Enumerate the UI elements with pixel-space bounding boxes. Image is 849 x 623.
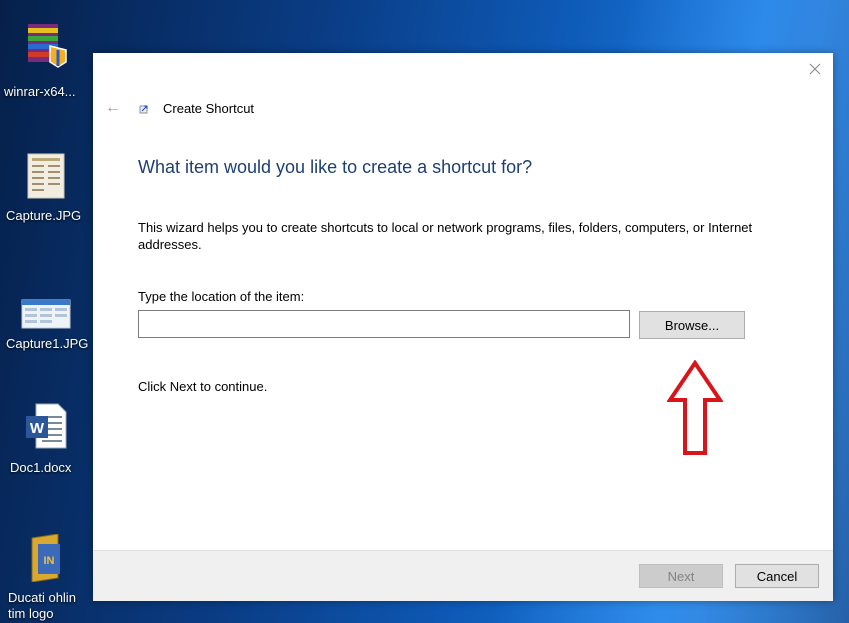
annotation-arrow-icon [667, 360, 723, 455]
desktop-icon-capture[interactable]: Capture.JPG [0, 152, 92, 224]
next-button[interactable]: Next [639, 564, 723, 588]
create-shortcut-dialog: ← Create Shortcut What item would you li… [93, 53, 833, 601]
desktop-icon-label: Ducati ohlin tim logo [8, 590, 76, 621]
desktop-icon-label: Doc1.docx [10, 460, 72, 475]
desktop-icon-winrar[interactable]: winrar-x64... [0, 20, 92, 100]
image-file-icon [21, 296, 71, 332]
location-input[interactable] [138, 310, 630, 338]
back-arrow-icon[interactable]: ← [105, 99, 125, 117]
dialog-heading: What item would you like to create a sho… [138, 157, 533, 177]
dialog-header: ← Create Shortcut [105, 97, 254, 119]
close-icon[interactable] [807, 61, 823, 77]
svg-text:IN: IN [44, 555, 55, 567]
word-document-icon: W [24, 402, 68, 450]
desktop-icon-doc1[interactable]: W Doc1.docx [0, 402, 92, 476]
svg-text:W: W [30, 420, 45, 437]
desktop-icon-label: Capture.JPG [6, 208, 82, 223]
image-file-icon [24, 152, 68, 200]
wizard-description: This wizard helps you to create shortcut… [138, 220, 753, 252]
next-hint-text: Click Next to continue. [138, 379, 268, 394]
dialog-title: Create Shortcut [163, 100, 255, 116]
winrar-icon [24, 20, 68, 68]
browse-button[interactable]: Browse... [639, 311, 745, 339]
folder-icon: IN [24, 533, 68, 583]
desktop-icon-label: Capture1.JPG [6, 336, 89, 351]
desktop-icon-capture1[interactable]: Capture1.JPG [0, 296, 92, 352]
desktop-icon-ducati[interactable]: IN Ducati ohlin tim logo [0, 533, 92, 622]
desktop: winrar-x64... Capture.JPG Capture1.JPG W… [0, 0, 849, 623]
location-label: Type the location of the item: [138, 289, 305, 304]
shortcut-icon [139, 105, 148, 114]
desktop-icon-label: winrar-x64... [4, 84, 76, 99]
cancel-button[interactable]: Cancel [735, 564, 819, 588]
dialog-footer: Next Cancel [93, 550, 833, 601]
